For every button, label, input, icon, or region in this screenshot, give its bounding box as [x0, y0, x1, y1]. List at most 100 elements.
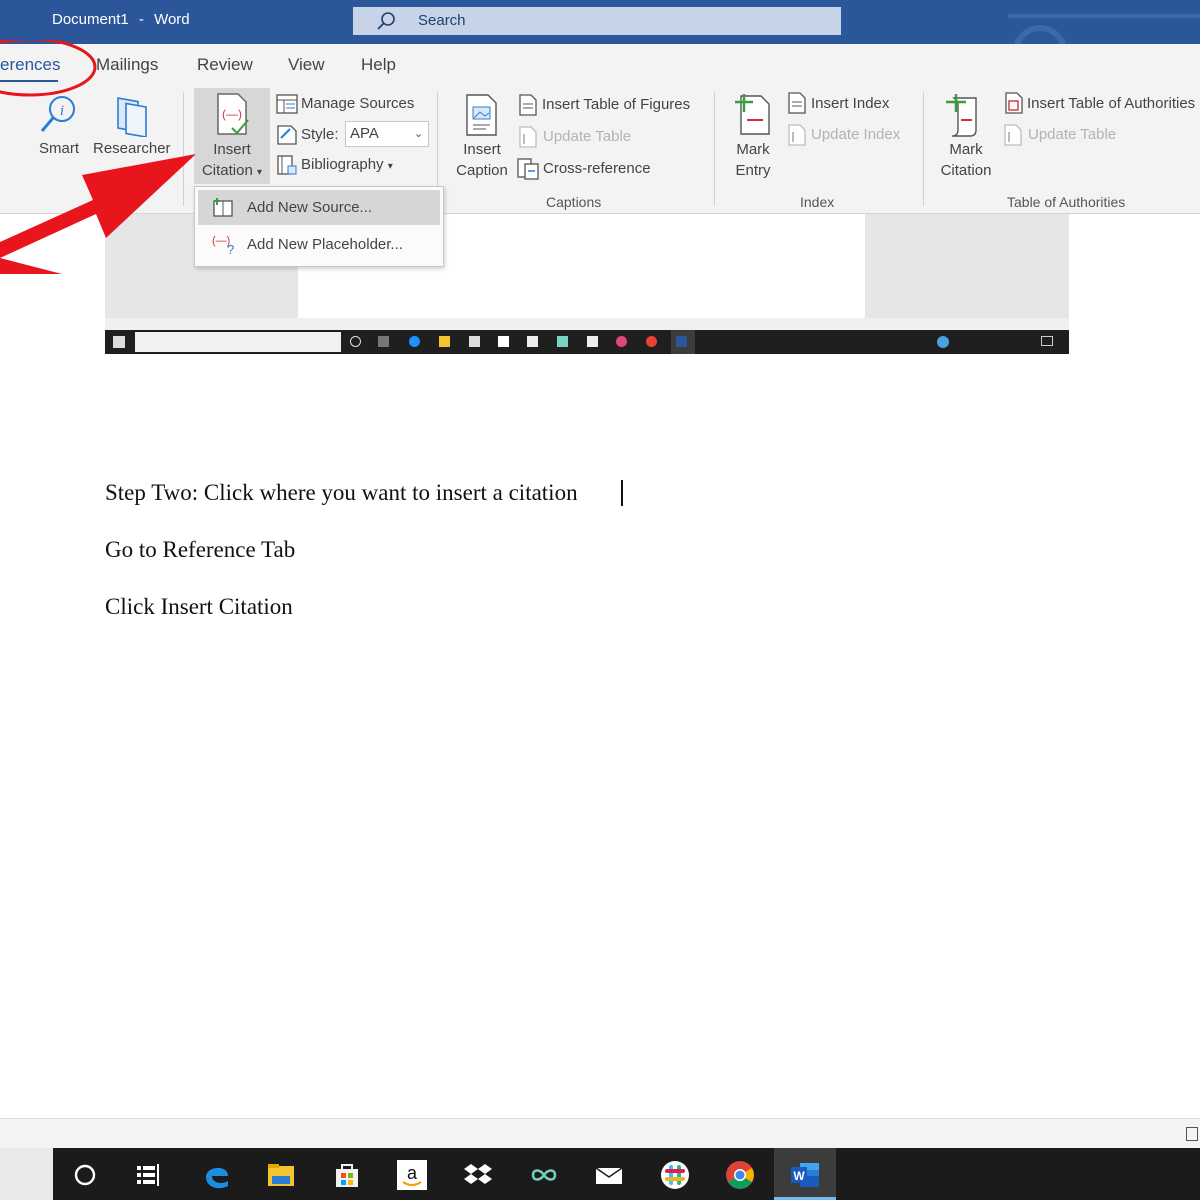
network-globe-icon	[937, 336, 949, 348]
cross-reference-button[interactable]: Cross-reference	[543, 160, 651, 177]
insert-index-button[interactable]: Insert Index	[811, 95, 889, 112]
embedded-status-bar	[105, 318, 1069, 330]
style-label: Style:	[301, 126, 339, 143]
taskbar-search-area	[0, 1148, 53, 1200]
add-new-source-label[interactable]: Add New Source...	[247, 199, 372, 216]
mark-citation-label-1: Mark	[949, 141, 983, 158]
insert-citation-button[interactable]: Insert Citation ▾	[194, 139, 270, 183]
mark-entry-icon[interactable]	[733, 92, 773, 136]
title-bar-decoration	[1008, 14, 1200, 44]
bibliography-icon[interactable]	[276, 154, 298, 176]
edge-icon	[409, 336, 420, 347]
tab-review[interactable]: Review	[197, 55, 253, 75]
cortana-circle-icon	[350, 336, 361, 347]
insert-table-of-authorities-button[interactable]: Insert Table of Authorities	[1027, 95, 1195, 112]
update-table-button: Update Table	[543, 128, 632, 145]
insert-caption-button[interactable]: Insert Caption	[451, 139, 513, 181]
dropbox-icon[interactable]	[463, 1160, 493, 1190]
amazon-icon[interactable]: a	[397, 1160, 427, 1190]
search-icon	[377, 12, 395, 30]
tab-help[interactable]: Help	[361, 55, 396, 75]
add-new-placeholder-icon: (—) ?	[212, 235, 234, 255]
mark-citation-icon[interactable]	[944, 92, 986, 138]
dropbox-icon	[527, 336, 538, 347]
word-icon	[676, 336, 687, 347]
style-dropdown[interactable]: APA ⌄	[345, 121, 429, 147]
update-index-icon	[788, 124, 806, 146]
title-separator: -	[138, 11, 144, 28]
style-value: APA	[350, 125, 379, 142]
insert-index-icon[interactable]	[787, 92, 807, 114]
slack-icon[interactable]	[660, 1160, 690, 1190]
amazon-icon	[498, 336, 509, 347]
cortana-circle-icon[interactable]	[70, 1160, 100, 1190]
bibliography-label: Bibliography	[301, 156, 384, 173]
manage-sources-icon[interactable]	[276, 94, 298, 114]
insert-citation-icon[interactable]: (—)	[214, 92, 252, 138]
mark-entry-label-2: Entry	[735, 162, 771, 179]
update-index-button: Update Index	[811, 126, 901, 143]
annotation-arrow	[0, 154, 196, 274]
doc-line-step-two[interactable]: Step Two: Click where you want to insert…	[105, 480, 578, 506]
infinity-icon[interactable]	[529, 1160, 559, 1190]
manage-sources-button[interactable]: Manage Sources	[301, 95, 414, 112]
window-title: Document1 - Word	[52, 11, 190, 28]
insert-table-of-authorities-icon[interactable]	[1004, 92, 1024, 114]
mail-icon[interactable]	[594, 1160, 624, 1190]
text-cursor	[621, 480, 623, 506]
insert-table-of-figures-button[interactable]: Insert Table of Figures	[542, 96, 690, 113]
index-group-label: Index	[800, 194, 835, 210]
table-of-authorities-group-label: Table of Authorities	[1007, 194, 1126, 210]
svg-text:(—): (—)	[222, 107, 242, 121]
annotation-ellipse	[0, 40, 97, 97]
store-icon	[469, 336, 480, 347]
svg-text:i: i	[60, 103, 64, 119]
doc-line-insert-citation[interactable]: Click Insert Citation	[105, 594, 293, 620]
svg-text:W: W	[793, 1169, 805, 1183]
file-explorer-icon[interactable]	[266, 1160, 296, 1190]
task-view-icon[interactable]	[133, 1160, 163, 1190]
insert-citation-label-2: Citation	[201, 162, 253, 179]
chevron-down-icon: ⌄	[414, 128, 424, 140]
title-bar: Document1 - Word Search	[0, 0, 1200, 44]
ribbon-tabs	[0, 44, 1200, 86]
edge-icon[interactable]	[202, 1160, 232, 1190]
chevron-down-icon: ▾	[257, 167, 263, 178]
search-box[interactable]: Search	[353, 7, 841, 35]
file-explorer-icon	[439, 336, 450, 347]
researcher-icon[interactable]	[112, 93, 152, 137]
svg-text:a: a	[407, 1163, 418, 1183]
tab-view[interactable]: View	[288, 55, 325, 75]
add-new-placeholder-label[interactable]: Add New Placeholder...	[247, 236, 403, 253]
focus-mode-icon[interactable]	[1186, 1127, 1198, 1141]
table-of-figures-icon[interactable]	[518, 94, 538, 116]
tab-mailings[interactable]: Mailings	[96, 55, 158, 75]
mark-entry-label-1: Mark	[736, 141, 770, 158]
chevron-down-icon: ▾	[387, 161, 393, 172]
bibliography-button[interactable]: Bibliography ▾	[301, 156, 393, 173]
infinity-icon	[557, 336, 568, 347]
doc-line-reference-tab[interactable]: Go to Reference Tab	[105, 537, 295, 563]
chrome-icon[interactable]	[725, 1160, 755, 1190]
windows-logo-icon	[113, 336, 125, 348]
insert-caption-label-1: Insert	[463, 141, 501, 158]
store-icon[interactable]	[332, 1160, 362, 1190]
document-name: Document1	[52, 11, 129, 28]
update-table-icon	[519, 126, 537, 148]
ribbon-separator	[714, 92, 715, 206]
mark-citation-label-2: Citation	[940, 162, 992, 179]
insert-caption-icon[interactable]	[464, 93, 500, 139]
embedded-taskbar	[105, 330, 1069, 354]
mark-entry-button[interactable]: Mark Entry	[727, 139, 779, 181]
cross-reference-icon[interactable]	[517, 158, 539, 180]
svg-text:?: ?	[227, 242, 234, 255]
notification-icon	[1041, 336, 1053, 346]
ribbon-separator	[923, 92, 924, 206]
app-name: Word	[154, 11, 190, 28]
word-icon[interactable]: W	[790, 1160, 820, 1190]
mark-citation-button[interactable]: Mark Citation	[934, 139, 998, 181]
update-table-authorities-button: Update Table	[1028, 126, 1117, 143]
insert-citation-label-row: Citation ▾	[194, 160, 270, 183]
style-icon	[277, 125, 297, 145]
search-placeholder: Search	[418, 12, 466, 29]
